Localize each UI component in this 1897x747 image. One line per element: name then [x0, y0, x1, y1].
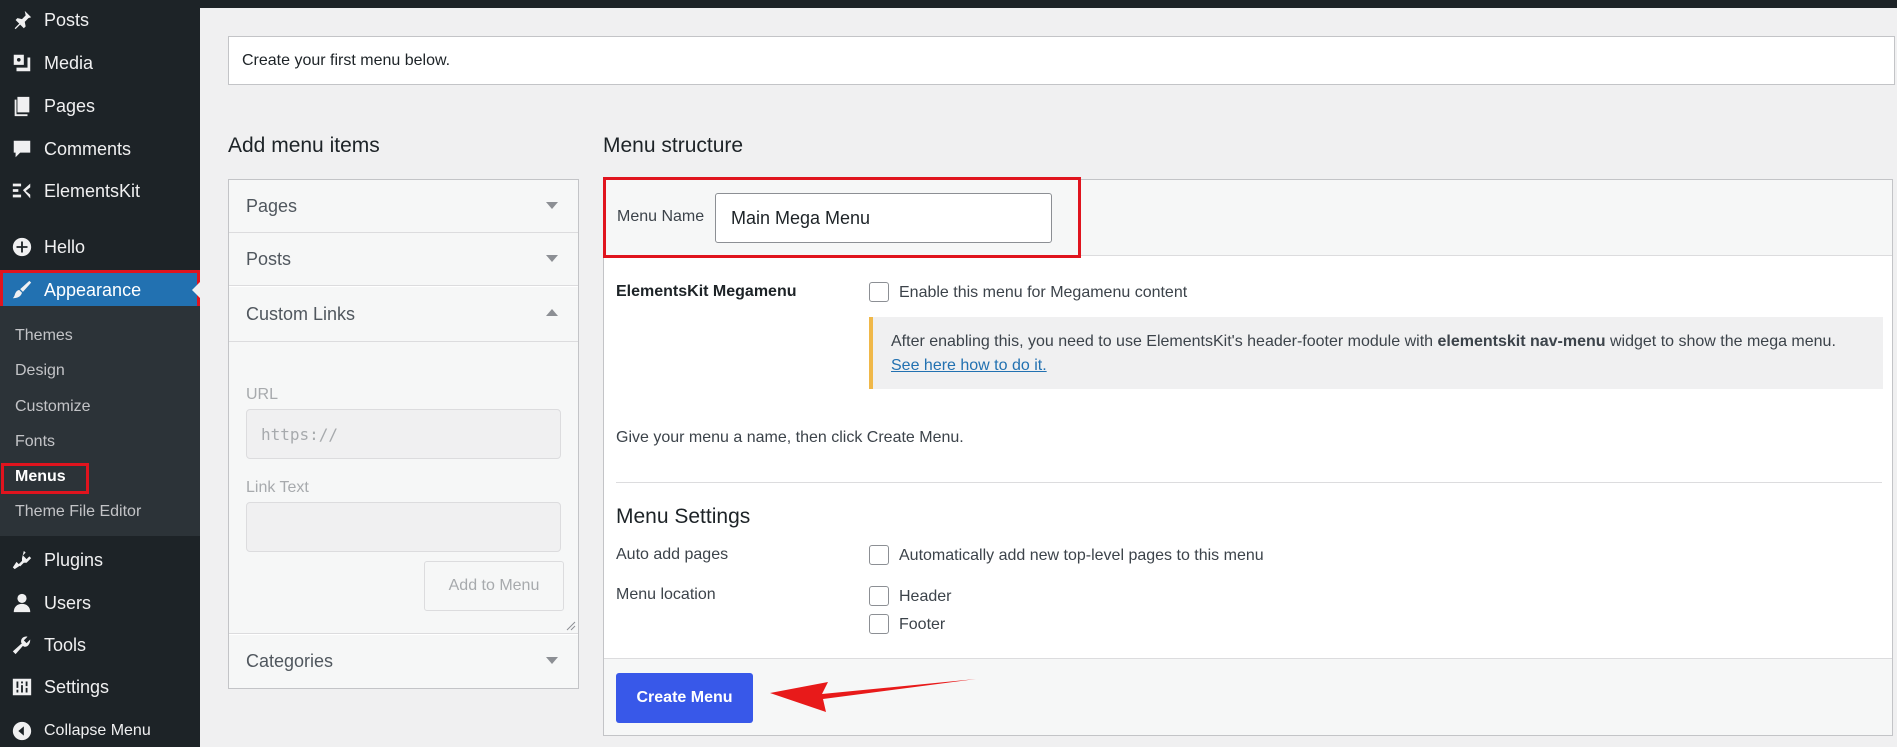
accordion-custom-links[interactable]: Custom Links — [229, 287, 578, 342]
header-location-label[interactable]: Header — [899, 588, 951, 606]
accordion-label: Categories — [246, 651, 334, 671]
accordion-label: Custom Links — [246, 303, 356, 324]
divider — [616, 482, 1882, 483]
submenu-customize[interactable]: Customize — [15, 398, 91, 416]
sidebar-item-label: Pages — [44, 95, 96, 116]
create-menu-button[interactable]: Create Menu — [616, 673, 753, 723]
red-pointer-arrow-icon — [770, 679, 976, 712]
add-menu-items-heading: Add menu items — [228, 134, 380, 157]
sidebar-item-tools[interactable]: Tools — [0, 625, 200, 665]
sliders-icon — [10, 675, 34, 699]
menu-location-label: Menu location — [616, 586, 716, 603]
sidebar-item-media[interactable]: Media — [0, 43, 200, 83]
sidebar-item-plugins[interactable]: Plugins — [0, 540, 200, 580]
menu-structure-panel: Menu Name Main Mega Menu ElementsKit Meg… — [603, 177, 1893, 736]
sidebar-item-hello[interactable]: Hello — [0, 227, 200, 267]
submenu-theme-file-editor[interactable]: Theme File Editor — [15, 503, 141, 521]
comments-icon — [10, 137, 34, 161]
accordion-pages[interactable]: Pages — [229, 180, 578, 233]
pin-icon — [10, 8, 34, 32]
url-input[interactable]: https:// — [246, 409, 561, 459]
sidebar-item-label: Posts — [44, 9, 90, 30]
info-text: After enabling this, you need to use Ele… — [891, 333, 1438, 350]
sidebar-item-pages[interactable]: Pages — [0, 86, 200, 126]
megamenu-info-notice: After enabling this, you need to use Ele… — [869, 317, 1883, 389]
notice-text: Create your first menu below. — [242, 51, 451, 69]
sidebar-item-label: Settings — [44, 676, 110, 697]
url-label: URL — [246, 386, 279, 403]
sidebar-item-label: ElementsKit — [44, 180, 141, 201]
custom-links-panel: URL https:// Link Text Add to Menu — [229, 342, 578, 634]
sidebar-item-appearance[interactable]: Appearance — [0, 270, 200, 310]
sidebar-item-label: Collapse Menu — [44, 722, 151, 739]
auto-add-checkbox[interactable] — [869, 545, 889, 565]
info-bold-text: elementskit nav-menu — [1437, 333, 1606, 350]
add-to-menu-button[interactable]: Add to Menu — [424, 561, 564, 611]
caret-down-icon — [546, 657, 558, 664]
accordion-label: Pages — [246, 195, 298, 216]
sidebar-item-label: Media — [44, 52, 94, 73]
submenu-design[interactable]: Design — [15, 362, 65, 380]
footer-location-checkbox[interactable] — [869, 614, 889, 634]
info-text-end: widget to show the mega menu. — [1605, 333, 1836, 350]
elementskit-icon — [10, 179, 34, 203]
auto-add-label: Auto add pages — [616, 546, 729, 563]
submenu-fonts[interactable]: Fonts — [15, 433, 55, 451]
sidebar-item-label: Hello — [44, 236, 86, 257]
sidebar-item-users[interactable]: Users — [0, 583, 200, 623]
accordion-label: Posts — [246, 248, 292, 269]
sidebar-item-settings[interactable]: Settings — [0, 667, 200, 707]
header-location-checkbox[interactable] — [869, 586, 889, 606]
media-icon — [10, 51, 34, 75]
menus-highlight-box — [1, 463, 89, 494]
footer-location-label[interactable]: Footer — [899, 616, 945, 634]
plugin-icon — [10, 548, 34, 572]
notice-box: Create your first menu below. — [228, 36, 1895, 85]
appearance-submenu: Themes Design Customize Fonts Menus Them… — [0, 306, 200, 536]
sidebar-item-label: Plugins — [44, 549, 104, 570]
brush-icon — [10, 278, 34, 302]
sidebar-item-label: Appearance — [44, 279, 142, 300]
collapse-menu-button[interactable]: Collapse Menu — [0, 711, 200, 747]
caret-down-icon — [546, 255, 558, 262]
caret-up-icon — [546, 309, 558, 316]
plus-circle-icon — [10, 235, 34, 259]
megamenu-checkbox-label[interactable]: Enable this menu for Megamenu content — [899, 284, 1187, 302]
pages-icon — [10, 94, 34, 118]
sidebar-item-elementskit[interactable]: ElementsKit — [0, 171, 200, 211]
caret-down-icon — [546, 202, 558, 209]
sidebar-item-comments[interactable]: Comments — [0, 129, 200, 169]
link-text-label: Link Text — [246, 479, 309, 496]
link-text-input[interactable] — [246, 502, 561, 552]
sidebar-item-posts[interactable]: Posts — [0, 0, 200, 40]
menu-structure-heading: Menu structure — [603, 134, 744, 157]
menu-hint-text: Give your menu a name, then click Create… — [616, 429, 964, 446]
collapse-icon — [10, 719, 34, 743]
auto-add-checkbox-label[interactable]: Automatically add new top-level pages to… — [899, 547, 1264, 565]
menu-name-highlight-box — [603, 177, 1081, 258]
add-menu-items-accordion: Pages Posts Custom Links URL https:// Li… — [228, 179, 579, 689]
submenu-themes[interactable]: Themes — [15, 327, 73, 345]
sidebar-item-label: Users — [44, 592, 92, 613]
wrench-icon — [10, 633, 34, 657]
accordion-posts[interactable]: Posts — [229, 233, 578, 286]
resize-handle-icon[interactable] — [566, 621, 576, 631]
see-here-link[interactable]: See here how to do it. — [891, 357, 1047, 374]
admin-top-bar — [200, 0, 1897, 8]
user-icon — [10, 591, 34, 615]
sidebar-item-label: Tools — [44, 634, 87, 655]
admin-sidebar: Posts Media Pages Comments ElementsKit H… — [0, 0, 200, 747]
menu-settings-heading: Menu Settings — [616, 505, 751, 528]
megamenu-checkbox[interactable] — [869, 282, 889, 302]
sidebar-item-label: Comments — [44, 138, 132, 159]
accordion-categories[interactable]: Categories — [229, 635, 578, 688]
megamenu-label: ElementsKit Megamenu — [616, 283, 797, 300]
